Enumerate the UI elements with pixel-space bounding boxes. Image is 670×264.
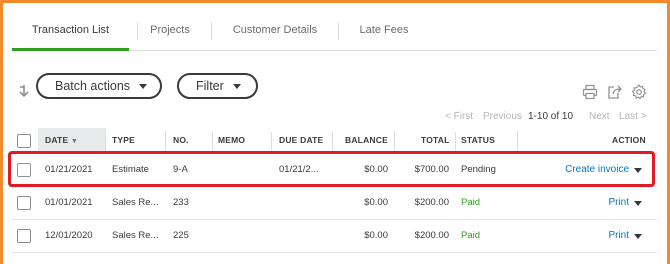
batch-actions-label: Batch actions: [55, 79, 131, 93]
cell-status: Paid: [461, 230, 481, 241]
column-divider: [165, 132, 166, 151]
row-checkbox[interactable]: [17, 163, 31, 177]
tab-divider: [137, 22, 138, 40]
action-menu-caret-icon[interactable]: [634, 168, 642, 173]
column-divider: [105, 132, 106, 151]
tab-customer-details[interactable]: Customer Details: [222, 16, 328, 50]
column-divider: [455, 132, 456, 151]
cell-date: 01/21/2021: [45, 164, 93, 175]
action-menu-caret-icon[interactable]: [634, 234, 642, 239]
print-icon[interactable]: [582, 84, 598, 100]
pager-next: Next: [589, 111, 610, 122]
column-header-date-label: DATE: [45, 135, 69, 145]
cell-balance: $0.00: [364, 197, 388, 208]
cell-type: Sales Re...: [112, 197, 159, 208]
column-header-action: ACTION: [612, 135, 646, 145]
print-link[interactable]: Print: [608, 220, 629, 252]
tab-transaction-list[interactable]: Transaction List: [12, 16, 129, 51]
column-header-no[interactable]: NO.: [173, 128, 189, 153]
cell-balance: $0.00: [364, 164, 388, 175]
column-header-status[interactable]: STATUS: [461, 128, 495, 153]
cell-due-date: [279, 220, 331, 252]
column-divider: [394, 132, 395, 151]
tab-bar: Transaction List Projects Customer Detai…: [12, 16, 657, 51]
pager-first: < First: [445, 111, 474, 122]
cell-memo: [218, 220, 268, 252]
cell-no: 9-A: [173, 164, 188, 175]
column-header-balance[interactable]: BALANCE: [345, 128, 388, 153]
cell-due-date: [279, 187, 331, 219]
column-divider: [332, 132, 333, 151]
action-menu-caret-icon[interactable]: [634, 201, 642, 206]
tab-projects[interactable]: Projects: [140, 16, 200, 50]
cell-balance: $0.00: [364, 230, 388, 241]
cell-date: 01/01/2021: [45, 197, 93, 208]
pager-range: 1-10 of 10: [528, 111, 574, 122]
select-all-checkbox[interactable]: [17, 134, 31, 148]
cell-status: Pending: [461, 164, 496, 175]
column-header-memo[interactable]: MEMO: [218, 128, 245, 153]
tab-late-fees[interactable]: Late Fees: [348, 16, 420, 50]
batch-actions-button[interactable]: Batch actions: [36, 73, 162, 99]
cell-no: 225: [173, 230, 189, 241]
cell-date: 12/01/2020: [45, 230, 93, 241]
filter-button[interactable]: Filter: [177, 73, 258, 99]
cell-memo: [218, 154, 268, 186]
caret-down-icon: [139, 84, 147, 89]
sort-desc-icon: ▼: [70, 138, 79, 145]
cell-total: $700.00: [414, 164, 449, 175]
column-divider: [271, 132, 272, 151]
column-header-due-date[interactable]: DUE DATE: [279, 128, 323, 153]
create-invoice-link[interactable]: Create invoice: [565, 154, 629, 186]
row-checkbox[interactable]: [17, 196, 31, 210]
column-header-total[interactable]: TOTAL: [421, 128, 450, 153]
column-header-type[interactable]: TYPE: [112, 128, 135, 153]
cell-type: Estimate: [112, 164, 149, 175]
tab-divider: [211, 22, 212, 40]
pager-previous: Previous: [483, 111, 522, 122]
column-header-date[interactable]: DATE ▼: [45, 128, 78, 153]
cell-status: Paid: [461, 197, 481, 208]
row-checkbox[interactable]: [17, 229, 31, 243]
pager-last: Last >: [619, 111, 647, 122]
table-row[interactable]: 01/21/2021 Estimate 9-A 01/21/2... $0.00…: [12, 154, 657, 187]
cell-total: $200.00: [414, 230, 449, 241]
cell-total: $200.00: [414, 197, 449, 208]
export-icon[interactable]: [607, 84, 623, 100]
cell-memo: [218, 187, 268, 219]
cell-type: Sales Re...: [112, 230, 159, 241]
tab-divider: [338, 22, 339, 40]
filter-label: Filter: [196, 79, 224, 93]
cell-due-date: 01/21/2...: [279, 164, 319, 175]
settings-gear-icon[interactable]: [631, 84, 647, 100]
caret-down-icon: [233, 84, 241, 89]
table-row[interactable]: 01/01/2021 Sales Re... 233 $0.00 $200.00…: [12, 187, 657, 220]
table-header: DATE ▼ TYPE NO. MEMO DUE DATE BALANCE TO…: [12, 128, 657, 154]
sort-arrow-icon[interactable]: [18, 84, 30, 100]
column-divider: [517, 132, 518, 151]
table-row[interactable]: 12/01/2020 Sales Re... 225 $0.00 $200.00…: [12, 220, 657, 253]
print-link[interactable]: Print: [608, 187, 629, 219]
column-divider: [212, 132, 213, 151]
cell-no: 233: [173, 197, 189, 208]
